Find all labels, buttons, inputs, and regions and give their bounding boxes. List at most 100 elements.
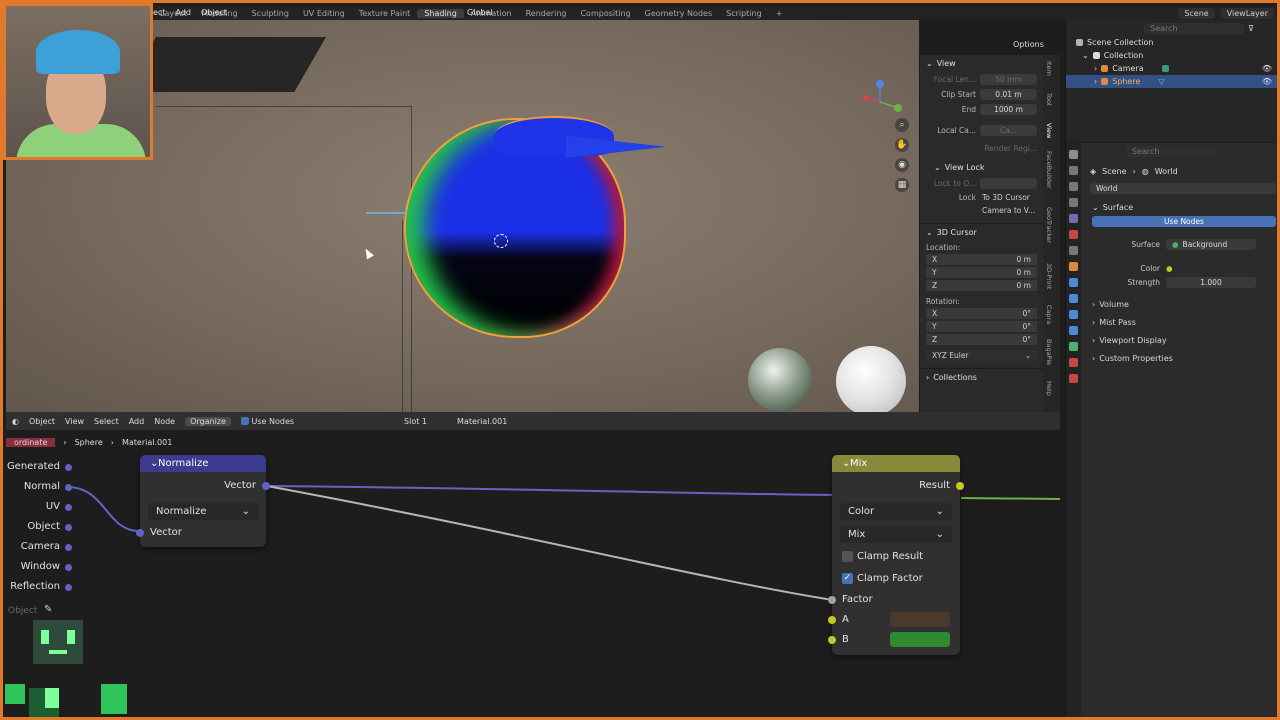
menu-node[interactable]: Node [154,417,175,426]
collection-row[interactable]: ⌄ Collection [1066,49,1277,62]
cursor-location-x[interactable]: X0 m [926,254,1037,265]
viewport-display-panel-header[interactable]: › Viewport Display [1086,331,1277,349]
clamp-result-checkbox[interactable]: Clamp Result [842,551,923,562]
sidebar-tab-3d-print[interactable]: 3D-Print [1045,263,1053,289]
output-uv-socket[interactable] [65,504,72,511]
view-lock-header[interactable]: ⌄ View Lock [928,159,1043,176]
eyedropper-icon[interactable]: ✎ [44,604,52,615]
outliner-item-sphere[interactable]: › Sphere ▽ 👁 [1066,75,1277,88]
surface-panel-header[interactable]: ⌄ Surface [1086,198,1277,216]
editor-type-icon[interactable]: ◐ [12,417,19,426]
output-normal-socket[interactable] [65,484,72,491]
visibility-eye-icon[interactable]: 👁 [1262,77,1277,86]
sidebar-tab-view[interactable]: View [1045,123,1053,138]
to-3d-cursor-checkbox[interactable]: To 3D Cursor [982,193,1037,202]
particles-tab-icon[interactable] [1069,294,1078,303]
strength-field[interactable]: 1.000 [1166,276,1256,288]
sidebar-tab-item[interactable]: Item [1045,61,1053,76]
view-section-header[interactable]: ⌄ View [920,55,1043,72]
node-editor-canvas[interactable]: ordinate › Sphere › Material.001 Generat… [6,430,1060,717]
menu-add[interactable]: Add [129,417,145,426]
sidebar-tab-geotracker[interactable]: GeoTracker [1045,207,1053,243]
sidebar-tab-capra[interactable]: Capra [1045,305,1053,324]
mix-node[interactable]: ⌄ Mix Result Color ⌄ Mix ⌄ Clamp Result ✓ C… [828,455,964,655]
use-nodes-button[interactable]: Use Nodes [1092,216,1276,227]
viewport-menu-object[interactable]: Object [201,8,227,17]
normalize-operation-dropdown[interactable]: Normalize ⌄ [148,503,258,520]
normalize-node[interactable]: ⌄ Normalize Vector Normalize ⌄ Vector [136,455,270,547]
cursor-rotation-y[interactable]: Y 0° [926,321,1037,332]
mix-blend-mode-dropdown[interactable]: Mix ⌄ [840,526,952,543]
object-field[interactable]: Object [8,606,37,616]
zoom-icon[interactable]: ⌕ [895,118,909,132]
color-b-swatch[interactable] [890,632,950,647]
transform-orientation[interactable]: Global [467,8,493,17]
view-layer-selector[interactable]: ViewLayer [1220,7,1274,19]
normalize-output-socket[interactable] [262,482,270,490]
sidebar-tab-tool[interactable]: Tool [1045,93,1053,106]
menu-select[interactable]: Select [94,417,119,426]
render-tab-icon[interactable] [1069,166,1078,175]
object-tab-icon[interactable] [1069,262,1078,271]
clip-start-field[interactable]: 0.01 m [980,89,1037,100]
output-camera-socket[interactable] [65,544,72,551]
filter-icon[interactable]: ⊽ [1248,24,1254,33]
viewport-options-button[interactable]: Options [1013,40,1044,49]
local-camera-field[interactable]: Ca... [980,125,1037,136]
cursor-location-z[interactable]: Z0 m [926,280,1037,291]
output-tab-icon[interactable] [1069,182,1078,191]
mix-result-socket[interactable] [956,482,964,490]
view-layer-tab-icon[interactable] [1069,198,1078,207]
focal-length-field[interactable]: 50 mm [980,74,1037,85]
color-socket-icon[interactable]: ● [1166,264,1173,273]
normalize-node-header[interactable]: ⌄ Normalize [140,455,266,472]
tool-tab-icon[interactable] [1069,150,1078,159]
outliner-search-input[interactable]: Search [1144,22,1245,34]
surface-shader-field[interactable]: ● Background [1166,238,1256,250]
grid-view-icon[interactable]: ▦ [895,178,909,192]
sidebar-tab-facebuilder[interactable]: FaceBuilder [1045,151,1053,189]
material-tab-icon[interactable] [1069,358,1078,367]
normalize-input-socket[interactable] [136,529,144,537]
sidebar-tab-help[interactable]: Help [1045,381,1053,396]
viewport-menu-select[interactable]: ect [153,8,165,17]
camera-to-view-checkbox[interactable]: Camera to V... [982,206,1037,215]
clip-end-field[interactable]: 1000 m [980,104,1037,115]
b-socket[interactable] [828,636,836,644]
physics-tab-icon[interactable] [1069,310,1078,319]
slot-selector[interactable]: Slot 1 [404,417,427,426]
cursor-location-y[interactable]: Y0 m [926,267,1037,278]
collection-tab-icon[interactable] [1069,246,1078,255]
factor-socket[interactable] [828,596,836,604]
lock-to-object-field[interactable] [980,178,1037,189]
scene-collection-row[interactable]: Scene Collection [1066,36,1277,49]
mix-node-header[interactable]: ⌄ Mix [832,455,960,472]
use-nodes-checkbox[interactable]: Use Nodes [240,417,294,426]
visibility-eye-icon[interactable]: 👁 [1262,64,1277,73]
material-selector[interactable]: Material.001 [457,417,507,426]
mist-pass-panel-header[interactable]: › Mist Pass [1086,313,1277,331]
output-object-socket[interactable] [65,524,72,531]
viewport-menu-add[interactable]: Add [175,8,191,17]
cursor-rotation-z[interactable]: Z 0° [926,334,1037,345]
world-name-field[interactable]: World [1090,183,1276,194]
camera-view-icon[interactable]: ◉ [895,158,909,172]
object-mode-selector[interactable]: Object [29,417,55,426]
sidebar-tab-bagapie[interactable]: BagaPie [1045,339,1053,365]
output-reflection-socket[interactable] [65,584,72,591]
output-window-socket[interactable] [65,564,72,571]
volume-panel-header[interactable]: › Volume [1086,295,1277,313]
world-tab-icon[interactable] [1069,230,1078,239]
render-region-checkbox[interactable]: Render Regi... [984,144,1037,153]
collapse-chevron-icon[interactable]: ⌄ [150,458,158,469]
outliner-item-camera[interactable]: › Camera 👁 [1066,62,1277,75]
collapse-chevron-icon[interactable]: ⌄ [842,458,850,469]
modifier-tab-icon[interactable] [1069,278,1078,287]
a-socket[interactable] [828,616,836,624]
pan-hand-icon[interactable]: ✋ [895,138,909,152]
scene-tab-icon[interactable] [1069,214,1078,223]
custom-properties-panel-header[interactable]: › Custom Properties [1086,349,1277,367]
data-tab-icon[interactable] [1069,342,1078,351]
clamp-factor-checkbox[interactable]: ✓ Clamp Factor [842,573,923,584]
mix-data-type-dropdown[interactable]: Color ⌄ [840,503,952,520]
